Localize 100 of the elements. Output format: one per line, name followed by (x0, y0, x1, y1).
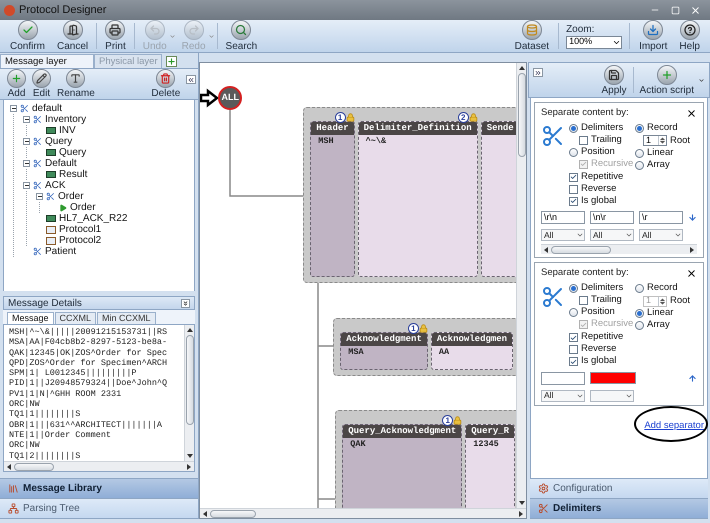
radio-option[interactable]: Linear (635, 147, 690, 160)
expand-panel-button[interactable] (533, 68, 543, 77)
delimiter-field[interactable]: \n\r (590, 211, 634, 224)
collapse-button[interactable] (181, 298, 190, 308)
tree-item[interactable]: Query (59, 147, 86, 158)
vertical-scrollbar[interactable] (516, 63, 526, 508)
details-tab[interactable]: Message (7, 312, 54, 324)
zoom-select[interactable]: 100% (566, 36, 622, 48)
maximize-icon[interactable] (670, 6, 680, 14)
radio-option[interactable]: Delimiters (569, 282, 635, 294)
expand-toggle[interactable] (23, 138, 30, 145)
tree-item[interactable]: Order (58, 191, 84, 202)
scrollbar-thumb[interactable] (518, 73, 526, 157)
navigation-pane-button[interactable]: Message Library (0, 478, 198, 498)
delimiter-field[interactable]: \r (639, 211, 683, 224)
checkbox-option[interactable]: Is global (569, 356, 690, 368)
radio-option[interactable]: Array (635, 320, 690, 332)
checkbox-option[interactable]: Trailing (579, 294, 635, 306)
tree-item[interactable]: Protocol2 (59, 235, 102, 246)
field-column[interactable]: Query_R 12345 (465, 424, 516, 508)
expand-toggle[interactable] (23, 160, 30, 167)
close-icon[interactable] (686, 268, 697, 279)
details-tab[interactable]: Min CCXML (97, 312, 156, 324)
toolbar-button[interactable]: Print (99, 20, 132, 52)
tree-item[interactable]: Query (45, 136, 72, 147)
radio-option[interactable]: Record (635, 282, 690, 294)
scroll-arrow-icon[interactable] (186, 328, 193, 332)
close-icon[interactable] (686, 108, 697, 119)
checkbox-option[interactable]: Repetitive (569, 332, 690, 344)
scroll-arrow-icon[interactable] (690, 246, 694, 253)
tree-item[interactable]: Patient (45, 246, 76, 257)
tree-toolbar-button[interactable]: Delete (148, 69, 184, 99)
tree-item[interactable]: Order (70, 202, 96, 213)
toolbar-button[interactable]: Search (220, 20, 264, 52)
delimiter-field[interactable] (541, 372, 585, 384)
add-layer-button[interactable] (166, 56, 177, 67)
scroll-arrow-icon[interactable] (7, 464, 11, 470)
checkbox-option[interactable]: Trailing (579, 134, 635, 146)
horizontal-scrollbar[interactable] (4, 461, 194, 471)
tree-item[interactable]: default (32, 103, 62, 114)
scroll-arrow-icon[interactable] (544, 246, 548, 253)
radio-option[interactable]: Linear (635, 308, 690, 320)
field-column[interactable]: Acknowledgment MSA (340, 332, 428, 370)
radio-option[interactable]: Position (569, 306, 635, 318)
radio-option[interactable]: Array (635, 159, 690, 172)
radio-option[interactable]: Position (569, 146, 635, 158)
toolbar-button[interactable]: Import (633, 20, 674, 52)
radio-option[interactable]: Record (635, 122, 690, 134)
field-column[interactable]: Acknowledgmen AA (430, 332, 514, 370)
tree-item[interactable]: ACK (45, 180, 66, 191)
delimiter-field[interactable]: \r\n (541, 211, 585, 224)
vertical-scrollbar[interactable] (184, 325, 194, 461)
details-tab[interactable]: CCXML (54, 312, 96, 324)
scrollbar-thumb[interactable] (210, 510, 256, 518)
scrollbar-thumb[interactable] (186, 335, 194, 425)
navigation-pane-button[interactable]: Parsing Tree (0, 498, 198, 518)
layer-tab[interactable]: Message layer (0, 54, 94, 68)
scope-select[interactable]: All (590, 229, 634, 242)
expand-toggle[interactable] (10, 105, 17, 112)
tree-toolbar-button[interactable]: Edit (29, 69, 54, 99)
navigation-pane-button[interactable]: Configuration (530, 478, 708, 498)
toolbar-button[interactable]: Confirm (4, 20, 52, 52)
scope-select[interactable]: All (541, 390, 585, 402)
scope-select[interactable]: All (639, 229, 683, 242)
checkbox-option[interactable]: Reverse (569, 344, 690, 356)
expand-toggle[interactable] (23, 182, 30, 189)
tree-item[interactable]: HL7_ACK_R22 (59, 213, 128, 224)
horizontal-scrollbar[interactable] (200, 508, 526, 518)
tree-toolbar-button[interactable]: Add (4, 69, 29, 99)
expand-toggle[interactable] (36, 193, 43, 200)
spinner-arrows-icon[interactable] (658, 136, 666, 146)
root-node[interactable]: ALL (218, 86, 242, 110)
count-spinner[interactable]: 1 (643, 135, 667, 146)
dropdown-caret-icon[interactable] (698, 76, 705, 84)
arrow-down-icon[interactable] (688, 213, 697, 222)
scrollbar-thumb[interactable] (14, 462, 54, 470)
toolbar-button[interactable]: Help (673, 20, 706, 52)
field-column[interactable]: Query_Acknowledgment QAK (342, 424, 462, 508)
toolbar-button[interactable]: Cancel (51, 20, 94, 52)
field-column[interactable]: Sende (480, 121, 516, 277)
horizontal-scrollbar[interactable] (541, 244, 697, 254)
tree-item[interactable]: INV (59, 125, 76, 136)
scrollbar-thumb[interactable] (551, 246, 611, 254)
checkbox-option[interactable]: Repetitive (569, 171, 690, 184)
field-column[interactable]: Header MSH (310, 121, 355, 277)
scope-select[interactable]: All (541, 229, 585, 242)
scroll-arrow-icon[interactable] (203, 510, 208, 516)
checkbox-option[interactable]: Is global (569, 195, 690, 208)
scroll-arrow-icon[interactable] (518, 66, 524, 70)
tree-item[interactable]: Default (45, 158, 77, 169)
expand-toggle[interactable] (23, 116, 30, 123)
field-column[interactable]: Delimiter_Definition ^~\& (358, 121, 478, 277)
toolbar-button[interactable]: Dataset (508, 20, 556, 52)
navigation-pane-button[interactable]: Delimiters (530, 498, 708, 518)
tree-item[interactable]: Result (59, 169, 88, 180)
radio-option[interactable]: Delimiters (569, 122, 635, 134)
arrow-up-icon[interactable] (688, 374, 697, 382)
collapse-panel-button[interactable] (186, 75, 196, 84)
toolbar-button[interactable]: Action script (636, 64, 698, 96)
tree-toolbar-button[interactable]: Rename (54, 69, 98, 99)
